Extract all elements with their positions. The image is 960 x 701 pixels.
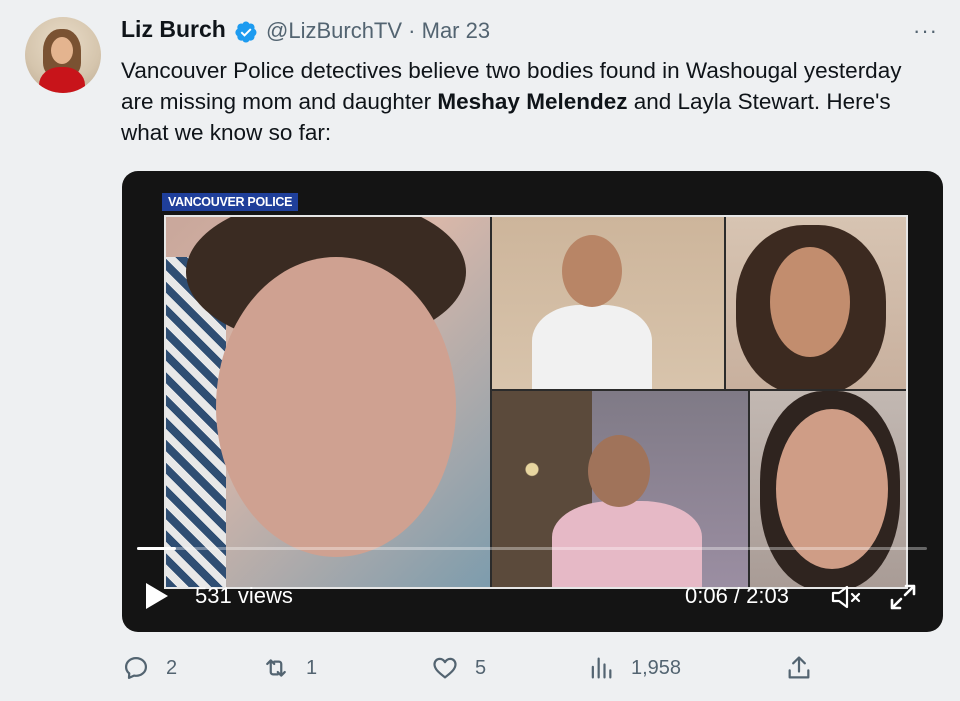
handle-separator: · [408,18,416,43]
photo-child-closeup [166,217,490,587]
photo-face [776,409,888,569]
views-button[interactable]: 1,958 [587,654,681,682]
avatar[interactable] [25,17,101,93]
tweet-actions: 2 1 5 1,958 [0,654,960,688]
retweet-icon [266,659,286,677]
fullscreen-icon[interactable] [888,582,918,612]
avatar-face [51,37,73,64]
tweet-date[interactable]: Mar 23 [422,18,490,43]
avatar-dress [39,67,85,93]
author-handle[interactable]: @LizBurchTV [266,18,402,43]
views-count: 1,958 [631,656,682,679]
video-views: 531 views [195,583,293,608]
video-progress-fill [137,547,176,550]
play-icon[interactable] [144,582,170,610]
reply-button[interactable]: 2 [122,654,177,682]
verified-badge-icon [235,21,257,43]
photo-woman-headband [750,391,906,587]
analytics-icon [591,657,612,679]
like-button[interactable]: 5 [431,654,486,682]
more-options-icon[interactable]: ··· [913,18,938,44]
reply-count: 2 [166,656,178,679]
photo-face [562,235,622,307]
photo-face [770,247,850,357]
tweet-text: Vancouver Police detectives believe two … [121,55,921,148]
photo-face [588,435,650,507]
photo-shirt [532,305,652,389]
mute-icon[interactable] [830,584,864,610]
share-icon [788,656,810,679]
share-button[interactable] [785,654,813,682]
video-frame[interactable] [164,215,908,589]
reply-icon [124,656,148,680]
tweet-text-bold: Meshay Melendez [437,89,628,114]
photo-face [216,257,456,557]
retweet-button[interactable]: 1 [262,654,317,682]
video-time: 0:06 / 2:03 [685,583,789,608]
photo-woman-selfie [726,217,906,389]
heart-icon [433,657,457,679]
author-handle-line: @LizBurchTV · Mar 23 [266,18,490,44]
video-banner: VANCOUVER POLICE [162,193,299,211]
photo-coat [552,501,702,587]
photo-child-christmas [492,391,748,587]
tweet: Liz Burch @LizBurchTV · Mar 23 ··· Vanco… [0,0,960,701]
video-player[interactable]: VANCOUVER POLICE 531 views 0:06 / 2:03 [122,171,943,632]
video-progress-bar[interactable] [137,547,927,550]
photo-child-standing [492,217,724,389]
retweet-count: 1 [306,656,318,679]
author-name[interactable]: Liz Burch [121,16,226,43]
like-count: 5 [475,656,487,679]
